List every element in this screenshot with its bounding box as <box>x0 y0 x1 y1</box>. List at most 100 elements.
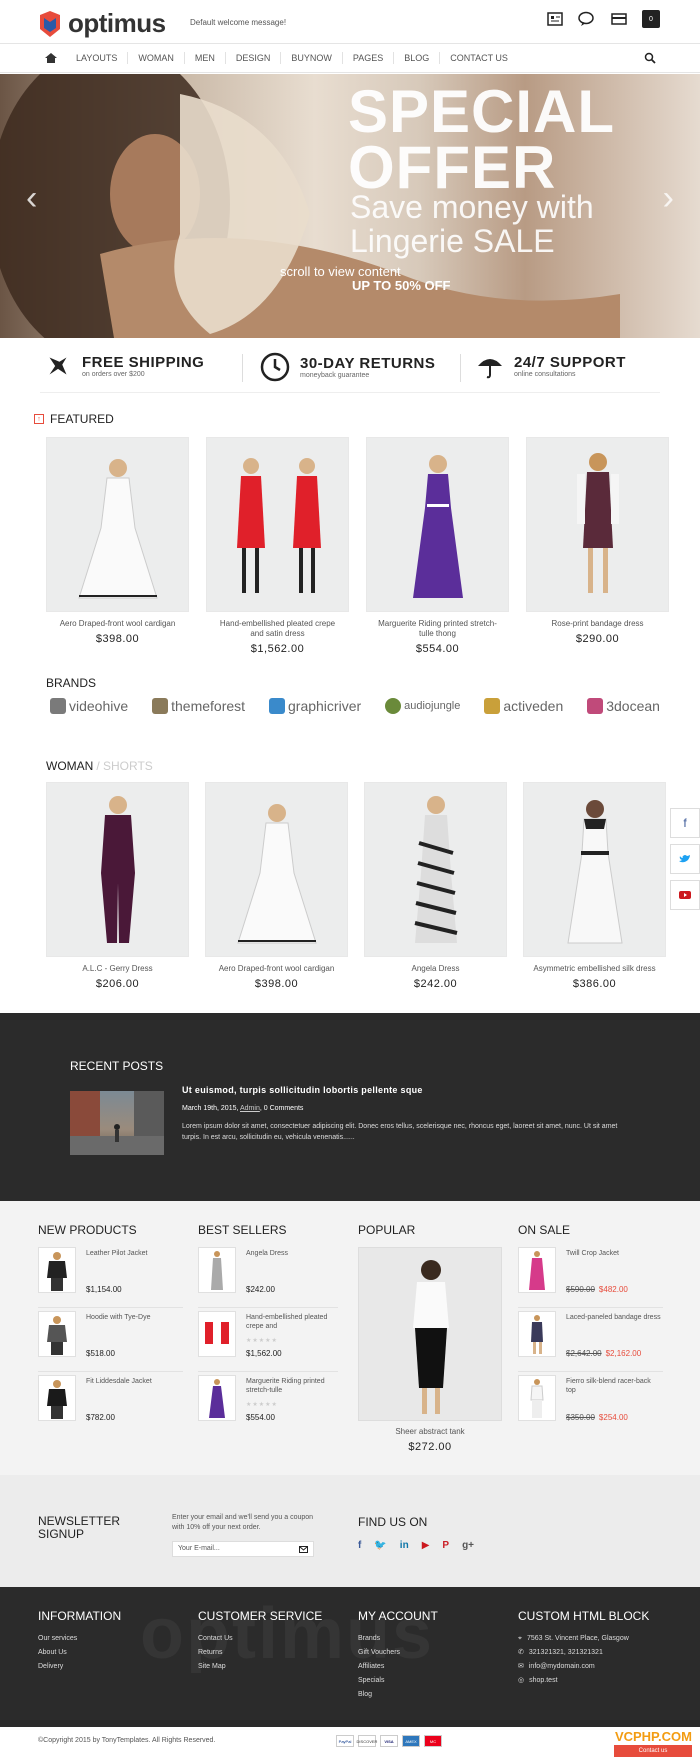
tab-shorts[interactable]: / SHORTS <box>96 759 152 773</box>
newsletter-email-input[interactable]: Your E-mail... <box>172 1541 314 1557</box>
product-image[interactable] <box>205 782 348 957</box>
post-author-link[interactable]: Admin <box>240 1105 260 1112</box>
youtube-icon[interactable]: ▶ <box>422 1540 430 1551</box>
facebook-icon[interactable]: f <box>358 1540 361 1551</box>
list-item-image[interactable] <box>198 1375 236 1421</box>
brand-graphicriver[interactable]: graphicriver <box>269 698 361 714</box>
list-item[interactable]: Leather Pilot Jacket $1,154.00 <box>38 1247 183 1301</box>
list-item-image[interactable] <box>198 1311 236 1357</box>
product-image[interactable] <box>366 437 509 612</box>
list-item[interactable]: Laced-paneled bandage dress $2,642.00 $2,… <box>518 1311 663 1365</box>
product-card[interactable]: Aero Draped-front wool cardigan $398.00 <box>205 782 348 990</box>
product-image[interactable] <box>523 782 666 957</box>
footer-link[interactable]: Gift Vouchers <box>358 1649 438 1657</box>
nav-layouts[interactable]: LAYOUTS <box>66 52 127 64</box>
list-item[interactable]: Fierro silk-blend racer-back top $350.00… <box>518 1375 663 1429</box>
woman-heading: WOMAN / SHORTS <box>46 759 153 773</box>
footer-link[interactable]: Specials <box>358 1677 438 1685</box>
product-name[interactable]: Rose-print bandage dress <box>526 619 669 629</box>
cart-icon[interactable]: 0 <box>642 10 660 28</box>
brand-3docean[interactable]: 3docean <box>587 698 660 714</box>
product-name[interactable]: A.L.C - Gerry Dress <box>46 964 189 974</box>
product-price: $554.00 <box>415 643 460 655</box>
envelope-icon[interactable] <box>299 1546 308 1553</box>
youtube-icon[interactable] <box>670 880 700 910</box>
facebook-icon[interactable]: f <box>670 808 700 838</box>
product-name[interactable]: Aero Draped-front wool cardigan <box>205 964 348 974</box>
product-card[interactable]: Rose-print bandage dress $290.00 <box>526 437 669 645</box>
list-item-image[interactable] <box>38 1375 76 1421</box>
footer-link[interactable]: Affiliates <box>358 1663 438 1671</box>
footer-link[interactable]: Blog <box>358 1691 438 1699</box>
product-card[interactable]: Marguerite Riding printed stretch-tulle … <box>366 437 509 655</box>
footer-link[interactable]: Our services <box>38 1635 121 1643</box>
logo[interactable]: optimus <box>38 8 166 39</box>
videohive-icon <box>50 698 66 714</box>
brand-activeden[interactable]: activeden <box>484 698 563 714</box>
footer-link[interactable]: Site Map <box>198 1663 322 1671</box>
product-card[interactable]: Aero Draped-front wool cardigan $398.00 <box>46 437 189 645</box>
product-name[interactable]: Asymmetric embellished silk dress <box>523 964 666 974</box>
footer-link[interactable]: Brands <box>358 1635 438 1643</box>
list-item[interactable]: Twill Crop Jacket $590.00 $482.00 <box>518 1247 663 1301</box>
nav-woman[interactable]: WOMAN <box>127 52 184 64</box>
google-plus-icon[interactable]: g+ <box>462 1540 474 1551</box>
brand-videohive[interactable]: videohive <box>50 698 128 714</box>
footer-link[interactable]: Contact Us <box>198 1635 322 1643</box>
list-item[interactable]: Angela Dress $242.00 <box>198 1247 343 1301</box>
post-title[interactable]: Ut euismod, turpis sollicitudin lobortis… <box>182 1085 423 1095</box>
product-name[interactable]: Hand-embellished pleated crepe and satin… <box>206 619 349 639</box>
search-icon[interactable] <box>644 52 656 64</box>
footer: optimus INFORMATION Our services About U… <box>0 1587 700 1727</box>
product-card[interactable]: A.L.C - Gerry Dress $206.00 <box>46 782 189 990</box>
footer-link[interactable]: About Us <box>38 1649 121 1657</box>
product-card[interactable]: Asymmetric embellished silk dress $386.0… <box>523 782 666 990</box>
list-item-image[interactable] <box>198 1247 236 1293</box>
list-item-image[interactable] <box>38 1311 76 1357</box>
footer-link[interactable]: Delivery <box>38 1663 121 1671</box>
product-image[interactable] <box>46 437 189 612</box>
credit-card-icon[interactable] <box>610 10 628 28</box>
product-image[interactable] <box>364 782 507 957</box>
list-item-image[interactable] <box>518 1375 556 1421</box>
list-item[interactable]: Marguerite Riding printed stretch-tulle … <box>198 1375 343 1429</box>
nav-contact-us[interactable]: CONTACT US <box>439 52 518 64</box>
nav-men[interactable]: MEN <box>183 52 225 64</box>
list-item-image[interactable] <box>518 1311 556 1357</box>
twitter-icon[interactable]: 🐦 <box>374 1540 386 1551</box>
list-item[interactable]: Hoodie with Tye-Dye $518.00 <box>38 1311 183 1365</box>
list-item-image[interactable] <box>38 1247 76 1293</box>
post-thumbnail[interactable] <box>70 1091 164 1155</box>
product-name[interactable]: Aero Draped-front wool cardigan <box>46 619 189 629</box>
chat-icon[interactable] <box>578 10 596 28</box>
list-item[interactable]: Hand-embellished pleated crepe and ★★★★★… <box>198 1311 343 1365</box>
nav-blog[interactable]: BLOG <box>393 52 439 64</box>
product-image[interactable] <box>46 782 189 957</box>
slider-next-icon[interactable]: › <box>663 179 674 218</box>
popular-product-image[interactable] <box>358 1247 502 1421</box>
list-item-image[interactable] <box>518 1247 556 1293</box>
tab-woman[interactable]: WOMAN <box>46 759 93 773</box>
product-image[interactable] <box>526 437 669 612</box>
pinterest-icon[interactable]: P <box>442 1540 449 1551</box>
slider-prev-icon[interactable]: ‹ <box>26 179 37 218</box>
nav-pages[interactable]: PAGES <box>341 52 393 64</box>
brand-themeforest[interactable]: themeforest <box>152 698 245 714</box>
twitter-icon[interactable] <box>670 844 700 874</box>
product-image[interactable] <box>206 437 349 612</box>
footer-link[interactable]: Returns <box>198 1649 322 1657</box>
account-icon[interactable] <box>546 10 564 28</box>
popular-product-name[interactable]: Sheer abstract tank <box>358 1427 502 1436</box>
product-card[interactable]: Hand-embellished pleated crepe and satin… <box>206 437 349 655</box>
home-icon[interactable] <box>44 52 58 64</box>
product-name[interactable]: Marguerite Riding printed stretch-tulle … <box>366 619 509 639</box>
brand-audiojungle[interactable]: audiojungle <box>385 698 460 714</box>
nav-buynow[interactable]: BUYNOW <box>280 52 342 64</box>
product-name[interactable]: Angela Dress <box>364 964 507 974</box>
contact-us-button[interactable]: Contact us <box>614 1745 692 1757</box>
nav-design[interactable]: DESIGN <box>224 52 281 64</box>
linkedin-icon[interactable]: in <box>400 1540 409 1551</box>
product-card[interactable]: Angela Dress $242.00 <box>364 782 507 990</box>
product-price: $206.00 <box>95 978 140 990</box>
list-item[interactable]: Fit Liddesdale Jacket $782.00 <box>38 1375 183 1429</box>
